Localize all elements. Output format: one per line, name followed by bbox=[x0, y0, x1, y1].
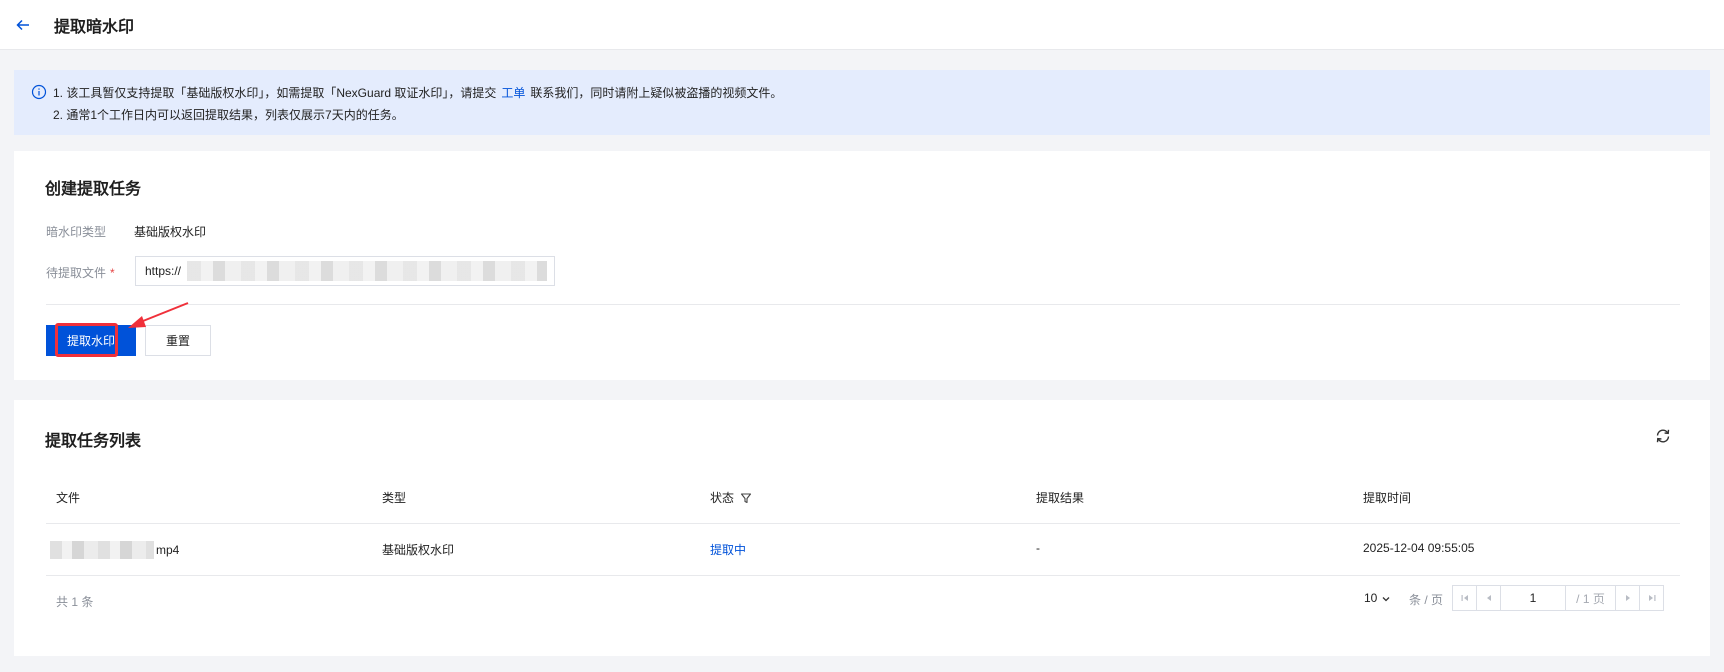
chevron-down-icon bbox=[1381, 593, 1391, 603]
back-arrow-icon[interactable] bbox=[14, 16, 32, 34]
ticket-link[interactable]: 工单 bbox=[501, 84, 525, 101]
notice-line-2: 2. 通常1个工作日内可以返回提取结果，列表仅展示7天内的任务。 bbox=[31, 103, 1710, 125]
watermark-type-label: 暗水印类型 bbox=[46, 225, 107, 239]
column-header-type: 类型 bbox=[382, 491, 407, 505]
column-header-result: 提取结果 bbox=[1036, 491, 1085, 505]
filter-icon[interactable] bbox=[740, 492, 752, 504]
page-size-select[interactable]: 10 bbox=[1364, 591, 1391, 605]
notice-text-1a: 1. 该工具暂仅支持提取「基础版权水印」，如需提取「NexGuard 取证水印」… bbox=[53, 85, 497, 100]
create-task-title: 创建提取任务 bbox=[45, 181, 142, 198]
table-cell-status[interactable]: 提取中 bbox=[710, 541, 746, 558]
table-cell-file: mp4 bbox=[50, 541, 179, 559]
file-url-value: https:// bbox=[145, 264, 182, 278]
table-cell-result: - bbox=[1036, 541, 1040, 555]
form-divider bbox=[46, 304, 1680, 305]
watermark-type-value: 基础版权水印 bbox=[134, 225, 207, 239]
file-name-suffix: mp4 bbox=[156, 543, 180, 557]
info-icon bbox=[31, 84, 47, 100]
next-page-icon[interactable] bbox=[1615, 586, 1639, 610]
table-cell-time: 2025-12-04 09:55:05 bbox=[1363, 541, 1475, 555]
page-size-value: 10 bbox=[1364, 591, 1378, 605]
annotation-highlight-box bbox=[55, 323, 118, 357]
total-count: 共 1 条 bbox=[56, 595, 94, 609]
task-list-card: 提取任务列表 文件 类型 状态 提取结果 提取时间 mp4 基础版权水印 提取中… bbox=[14, 400, 1710, 656]
page-title: 提取暗水印 bbox=[54, 18, 135, 36]
last-page-icon[interactable] bbox=[1639, 586, 1663, 610]
file-url-input[interactable]: https:// bbox=[135, 256, 555, 286]
notice-text-2: 2. 通常1个工作日内可以返回提取结果，列表仅展示7天内的任务。 bbox=[53, 107, 404, 122]
redacted-filename-mask bbox=[50, 541, 154, 559]
page-total: / 1 页 bbox=[1565, 586, 1615, 610]
column-header-file: 文件 bbox=[56, 491, 81, 505]
notice-text-1b: 联系我们，同时请附上疑似被盗播的视频文件。 bbox=[530, 85, 783, 100]
top-bar: 提取暗水印 bbox=[0, 0, 1724, 50]
first-page-icon[interactable] bbox=[1453, 586, 1477, 610]
prev-page-icon[interactable] bbox=[1477, 586, 1501, 610]
page-unit-label: 条 / 页 bbox=[1409, 593, 1444, 607]
column-header-status-label: 状态 bbox=[710, 491, 735, 505]
column-header-status: 状态 bbox=[710, 489, 752, 506]
notice-line-1: 1. 该工具暂仅支持提取「基础版权水印」，如需提取「NexGuard 取证水印」… bbox=[31, 81, 1710, 103]
table-cell-type: 基础版权水印 bbox=[382, 543, 455, 557]
file-label-text: 待提取文件 bbox=[46, 266, 107, 280]
refresh-icon[interactable] bbox=[1654, 427, 1672, 445]
table-header-divider bbox=[46, 523, 1680, 524]
required-mark: * bbox=[110, 266, 115, 280]
file-label: 待提取文件 * bbox=[46, 264, 115, 281]
table-row-divider bbox=[46, 575, 1680, 576]
info-notice: 1. 该工具暂仅支持提取「基础版权水印」，如需提取「NexGuard 取证水印」… bbox=[14, 70, 1710, 135]
page-number-input[interactable] bbox=[1501, 586, 1565, 610]
annotation-arrow-icon bbox=[128, 302, 189, 328]
redacted-url-mask bbox=[187, 261, 548, 281]
pagination: / 1 页 bbox=[1452, 585, 1664, 611]
column-header-time: 提取时间 bbox=[1363, 491, 1412, 505]
task-list-title: 提取任务列表 bbox=[45, 433, 142, 450]
create-task-card: 创建提取任务 暗水印类型 基础版权水印 待提取文件 * https:// 提取水印… bbox=[14, 151, 1710, 380]
